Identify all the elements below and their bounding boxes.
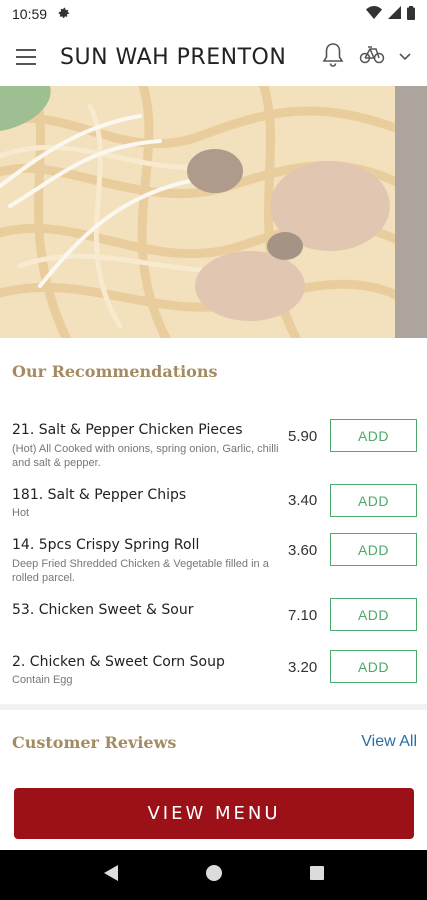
item-description: Deep Fried Shredded Chicken & Vegetable … <box>12 558 269 584</box>
chevron-down-icon[interactable] <box>399 48 411 66</box>
view-all-reviews-link[interactable]: View All <box>361 733 417 751</box>
add-button[interactable]: ADD <box>330 484 417 517</box>
bicycle-icon[interactable] <box>359 45 385 70</box>
status-time: 10:59 <box>12 6 48 22</box>
hero-food-image <box>0 86 427 338</box>
item-price: 7.10 <box>288 607 318 624</box>
status-bar: 10:59 <box>0 0 427 28</box>
reviews-title: Customer Reviews <box>12 733 177 752</box>
battery-icon <box>407 5 415 23</box>
item-name: 14. 5pcs Crispy Spring Roll <box>12 537 200 553</box>
item-description: Hot <box>12 507 30 519</box>
section-divider <box>0 704 427 710</box>
view-menu-button[interactable]: VIEW MENU <box>14 788 414 839</box>
gear-icon <box>57 6 71 23</box>
item-price: 5.90 <box>288 428 318 445</box>
app-title: SUN WAH PRENTON <box>60 44 287 70</box>
bell-icon[interactable] <box>321 42 345 73</box>
list-item: 53. Chicken Sweet & Sour 7.10 ADD <box>0 598 427 637</box>
recents-icon[interactable] <box>309 865 325 886</box>
recommendations-title: Our Recommendations <box>12 362 218 381</box>
home-icon[interactable] <box>205 864 223 887</box>
wifi-icon <box>366 6 382 22</box>
item-name: 181. Salt & Pepper Chips <box>12 487 187 503</box>
app-bar: SUN WAH PRENTON <box>0 28 427 86</box>
add-button[interactable]: ADD <box>330 533 417 566</box>
item-name: 2. Chicken & Sweet Corn Soup <box>12 654 225 670</box>
back-icon[interactable] <box>103 864 119 887</box>
add-button[interactable]: ADD <box>330 598 417 631</box>
item-name: 53. Chicken Sweet & Sour <box>12 602 194 618</box>
add-button[interactable]: ADD <box>330 650 417 683</box>
signal-icon <box>388 6 401 22</box>
item-description: (Hot) All Cooked with onions, spring oni… <box>12 443 279 469</box>
list-item: 181. Salt & Pepper Chips Hot 3.40 ADD <box>0 484 427 527</box>
item-price: 3.60 <box>288 542 318 559</box>
item-price: 3.40 <box>288 492 318 509</box>
item-description: Contain Egg <box>12 674 73 686</box>
list-item: 2. Chicken & Sweet Corn Soup Contain Egg… <box>0 650 427 694</box>
list-item: 14. 5pcs Crispy Spring Roll Deep Fried S… <box>0 533 427 592</box>
system-nav-bar <box>0 850 427 900</box>
item-price: 3.20 <box>288 659 318 676</box>
item-name: 21. Salt & Pepper Chicken Pieces <box>12 422 243 438</box>
list-item: 21. Salt & Pepper Chicken Pieces (Hot) A… <box>0 419 427 482</box>
add-button[interactable]: ADD <box>330 419 417 452</box>
hamburger-icon[interactable] <box>16 49 36 65</box>
